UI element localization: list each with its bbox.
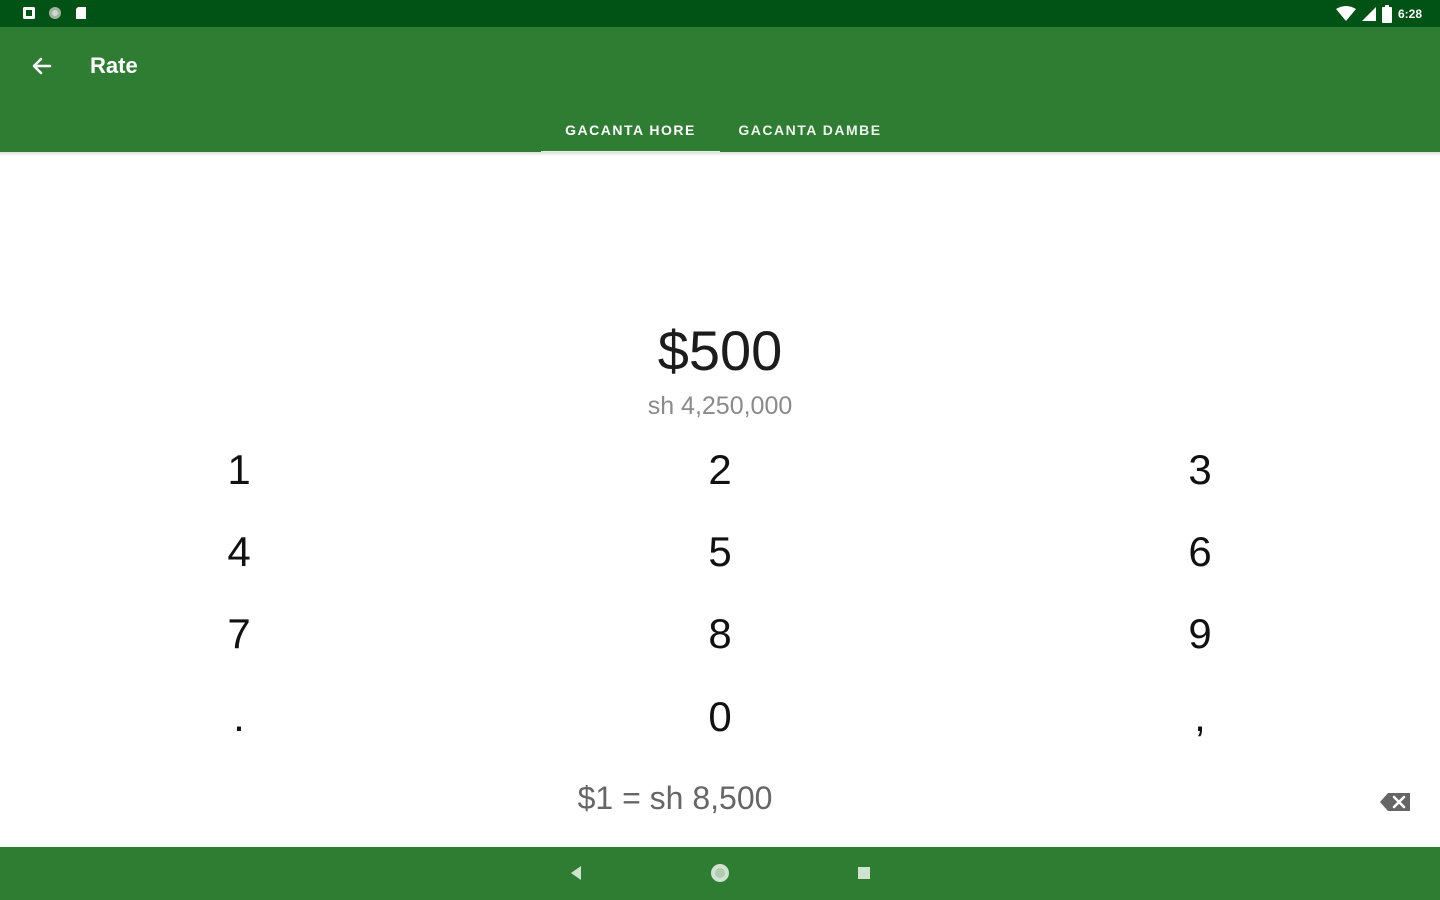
tab-bar: GACANTA HORE GACANTA DAMBE	[541, 107, 900, 155]
exchange-rate[interactable]: $1 = sh 8,500	[520, 780, 830, 817]
key-1[interactable]: 1	[89, 432, 389, 508]
key-decimal[interactable]: .	[89, 679, 389, 755]
arrow-back-icon[interactable]	[26, 50, 58, 82]
key-9[interactable]: 9	[1050, 596, 1350, 672]
wifi-icon	[1335, 6, 1356, 21]
converted-amount: sh 4,250,000	[647, 392, 793, 420]
status-time: 6:28	[1397, 7, 1422, 21]
nav-back-icon[interactable]	[563, 860, 589, 886]
backspace-icon[interactable]	[1376, 786, 1416, 818]
status-bar-right: 6:28	[1335, 5, 1422, 23]
nav-recents-icon[interactable]	[851, 860, 877, 886]
tab-gacanta-dambe[interactable]: GACANTA DAMBE	[720, 107, 900, 152]
tab-label: GACANTA DAMBE	[738, 121, 882, 138]
battery-icon	[1381, 5, 1392, 23]
key-comma[interactable]: ,	[1050, 679, 1350, 755]
notification-icon	[23, 7, 35, 19]
key-5[interactable]: 5	[570, 514, 870, 590]
nav-home-icon[interactable]	[707, 860, 733, 886]
sync-icon	[49, 7, 61, 19]
key-4[interactable]: 4	[89, 514, 389, 590]
amount-display: $500	[657, 319, 783, 382]
sd-card-icon	[76, 7, 86, 19]
navigation-bar	[0, 847, 1440, 900]
page-title: Rate	[90, 53, 138, 78]
key-8[interactable]: 8	[570, 596, 870, 672]
app-bar: Rate GACANTA HORE GACANTA DAMBE	[0, 27, 1440, 155]
key-0[interactable]: 0	[570, 679, 870, 755]
tab-label: GACANTA HORE	[565, 121, 696, 138]
key-7[interactable]: 7	[89, 596, 389, 672]
cellular-icon	[1361, 7, 1376, 21]
key-2[interactable]: 2	[570, 432, 870, 508]
key-3[interactable]: 3	[1050, 432, 1350, 508]
key-6[interactable]: 6	[1050, 514, 1350, 590]
status-bar-left	[22, 6, 88, 20]
app-bar-shadow	[0, 152, 1440, 156]
tab-gacanta-hore[interactable]: GACANTA HORE	[541, 107, 720, 155]
status-bar: 6:28	[0, 0, 1440, 27]
